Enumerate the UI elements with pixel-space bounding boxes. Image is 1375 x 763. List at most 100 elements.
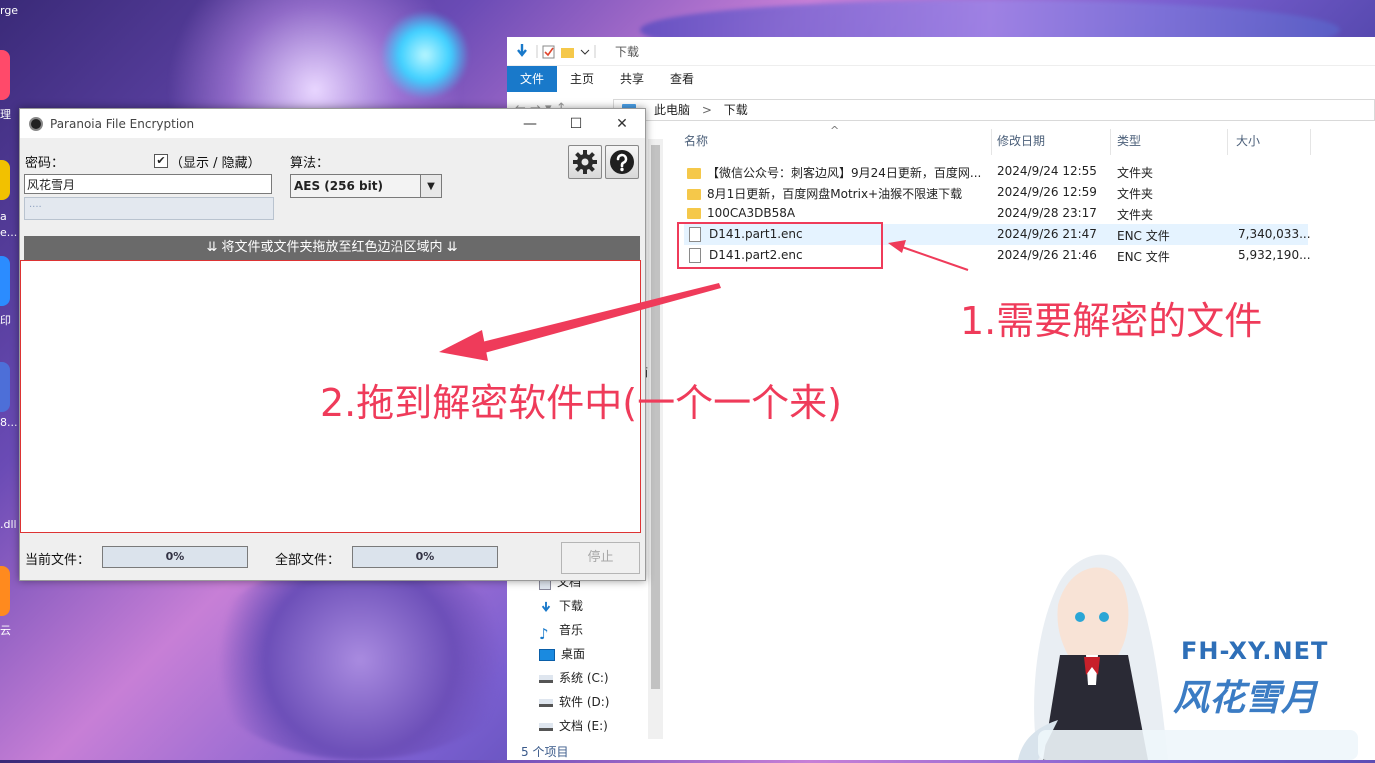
gear-icon xyxy=(573,150,597,174)
tree-item-drive-e[interactable]: 文档 (E:) xyxy=(539,717,608,734)
all-files-progress: 0% xyxy=(352,546,498,568)
file-type-cell: 文件夹 xyxy=(1117,187,1154,201)
folder-icon xyxy=(687,168,701,179)
desktop-app-icon[interactable] xyxy=(0,256,10,306)
explorer-ribbon: 文件 主页 共享 查看 xyxy=(507,66,1375,92)
music-icon: ♪ xyxy=(539,624,549,643)
breadcrumb-separator: > xyxy=(701,103,712,117)
tree-item-drive-d[interactable]: 软件 (D:) xyxy=(539,693,609,710)
stop-button[interactable]: 停止 xyxy=(561,542,640,574)
desktop-app-icon[interactable] xyxy=(0,160,10,200)
brand-name: 风花雪月 xyxy=(1173,678,1318,719)
tree-item-drive-c[interactable]: 系统 (C:) xyxy=(539,669,609,686)
maximize-icon[interactable]: ☐ xyxy=(553,109,599,138)
annotation-step-2: 2.拖到解密软件中(一个一个来) xyxy=(320,381,842,425)
desktop-corner-text: rge xyxy=(0,4,19,17)
algorithm-label: 算法： xyxy=(290,156,330,171)
status-item-count: 5 个项目 xyxy=(521,745,569,759)
all-files-label: 全部文件： xyxy=(275,553,341,568)
desktop-app-icon[interactable] xyxy=(0,566,10,616)
desktop-icon-label: 印 xyxy=(0,314,11,327)
quick-access-toolbar-icon[interactable] xyxy=(515,42,607,60)
desktop-icon-label: e... xyxy=(0,226,18,239)
desktop-icon-label: .dll xyxy=(0,518,17,531)
desktop-icon-label: a xyxy=(0,210,7,223)
drive-icon xyxy=(539,722,553,731)
file-modified-cell: 2024/9/28 23:17 xyxy=(997,206,1097,220)
breadcrumb-downloads[interactable]: 下载 xyxy=(724,103,748,117)
breadcrumb-this-pc[interactable]: 此电脑 xyxy=(654,103,690,117)
download-icon xyxy=(541,601,551,612)
column-divider[interactable] xyxy=(1227,129,1228,155)
wallpaper-glow xyxy=(200,560,520,760)
minimize-icon[interactable]: — xyxy=(507,109,553,138)
mascot-watermark: FH-XY.NET 风花雪月 xyxy=(998,545,1375,760)
annotation-step-1: 1.需要解密的文件 xyxy=(960,299,1263,343)
annotation-highlight-box xyxy=(677,222,883,269)
tree-item-downloads[interactable]: 下载 xyxy=(539,597,583,614)
ribbon-tab-file[interactable]: 文件 xyxy=(507,66,558,92)
ribbon-tab-home[interactable]: 主页 xyxy=(557,66,607,92)
settings-button[interactable] xyxy=(568,145,602,179)
password-strength-meter: .... xyxy=(24,197,274,220)
file-row[interactable]: 100CA3DB58A 2024/9/28 23:17 文件夹 xyxy=(684,203,1308,224)
column-divider[interactable] xyxy=(1310,129,1311,155)
file-modified-cell: 2024/9/26 21:47 xyxy=(997,227,1097,241)
column-divider[interactable] xyxy=(1110,129,1111,155)
window-title: Paranoia File Encryption xyxy=(50,116,195,131)
drive-icon xyxy=(539,698,553,707)
address-scroll-up-icon[interactable] xyxy=(1363,99,1375,121)
help-button[interactable] xyxy=(605,145,639,179)
file-row[interactable]: 【微信公众号：刺客边风】9月24日更新，百度网... 2024/9/24 12:… xyxy=(684,161,1308,182)
password-field[interactable]: 风花雪月 xyxy=(24,174,272,194)
sort-arrow-icon: ^ xyxy=(830,124,840,137)
file-type-cell: 文件夹 xyxy=(1117,166,1154,180)
paranoia-window: Paranoia File Encryption — ☐ ✕ 密码： ✔ （显示… xyxy=(19,108,646,581)
desktop-icon-label: 8... xyxy=(0,416,18,429)
file-type-cell: ENC 文件 xyxy=(1117,229,1170,243)
file-modified-cell: 2024/9/24 12:55 xyxy=(997,164,1097,178)
current-file-label: 当前文件： xyxy=(25,553,91,568)
column-header-modified[interactable]: 修改日期 xyxy=(997,132,1045,149)
tree-item-music[interactable]: ♪ 音乐 xyxy=(539,621,583,643)
help-icon xyxy=(610,150,634,174)
desktop-icon-label: 理 xyxy=(0,108,11,121)
wallpaper-glow xyxy=(380,10,470,100)
folder-icon xyxy=(687,208,701,219)
desktop-icons-strip: rge 理 a e... 印 8... .dll 云 xyxy=(0,0,20,760)
algorithm-select[interactable]: AES (256 bit) ▼ xyxy=(290,174,442,198)
address-bar[interactable]: 此电脑 > 下载 xyxy=(613,99,1375,121)
pfe-titlebar: Paranoia File Encryption — ☐ ✕ xyxy=(20,109,645,138)
file-name-cell: 8月1日更新，百度网盘Motrix+油猴不限速下载 xyxy=(687,185,962,202)
file-modified-cell: 2024/9/26 21:46 xyxy=(997,248,1097,262)
explorer-titlebar: 下载 xyxy=(507,37,1375,66)
nav-pane-scrollbar[interactable] xyxy=(648,139,663,739)
drive-icon xyxy=(539,674,553,683)
drop-instruction-bar: ⇊ 将文件或文件夹拖放至红色边沿区域内 ⇊ xyxy=(24,236,640,260)
algorithm-selected-value: AES (256 bit) xyxy=(294,179,383,193)
show-password-checkbox[interactable]: ✔ xyxy=(154,154,168,168)
app-lock-icon xyxy=(29,116,43,131)
file-type-cell: 文件夹 xyxy=(1117,208,1154,222)
file-row[interactable]: 8月1日更新，百度网盘Motrix+油猴不限速下载 2024/9/26 12:5… xyxy=(684,182,1308,203)
column-header-size[interactable]: 大小 xyxy=(1236,132,1260,149)
column-header-type[interactable]: 类型 xyxy=(1117,132,1141,149)
show-hide-label: （显示 / 隐藏） xyxy=(170,156,261,171)
desktop-app-icon[interactable] xyxy=(0,362,10,412)
file-modified-cell: 2024/9/26 12:59 xyxy=(997,185,1097,199)
ribbon-tab-share[interactable]: 共享 xyxy=(607,66,657,92)
window-controls: — ☐ ✕ xyxy=(507,109,645,138)
chevron-down-icon[interactable]: ▼ xyxy=(420,175,441,197)
column-divider[interactable] xyxy=(991,129,992,155)
column-header-name[interactable]: 名称 xyxy=(684,132,708,149)
desktop-icon xyxy=(539,648,555,661)
desktop-icon-label: 云 xyxy=(0,624,11,637)
ribbon-tab-view[interactable]: 查看 xyxy=(657,66,707,92)
file-name-cell: 【微信公众号：刺客边风】9月24日更新，百度网... xyxy=(687,164,981,181)
tree-item-desktop[interactable]: 桌面 xyxy=(539,645,585,662)
file-type-cell: ENC 文件 xyxy=(1117,250,1170,264)
brand-domain: FH-XY.NET xyxy=(1181,637,1329,665)
close-icon[interactable]: ✕ xyxy=(599,109,645,138)
file-size-cell: 7,340,033... xyxy=(1238,227,1311,241)
desktop-app-icon[interactable] xyxy=(0,50,10,100)
